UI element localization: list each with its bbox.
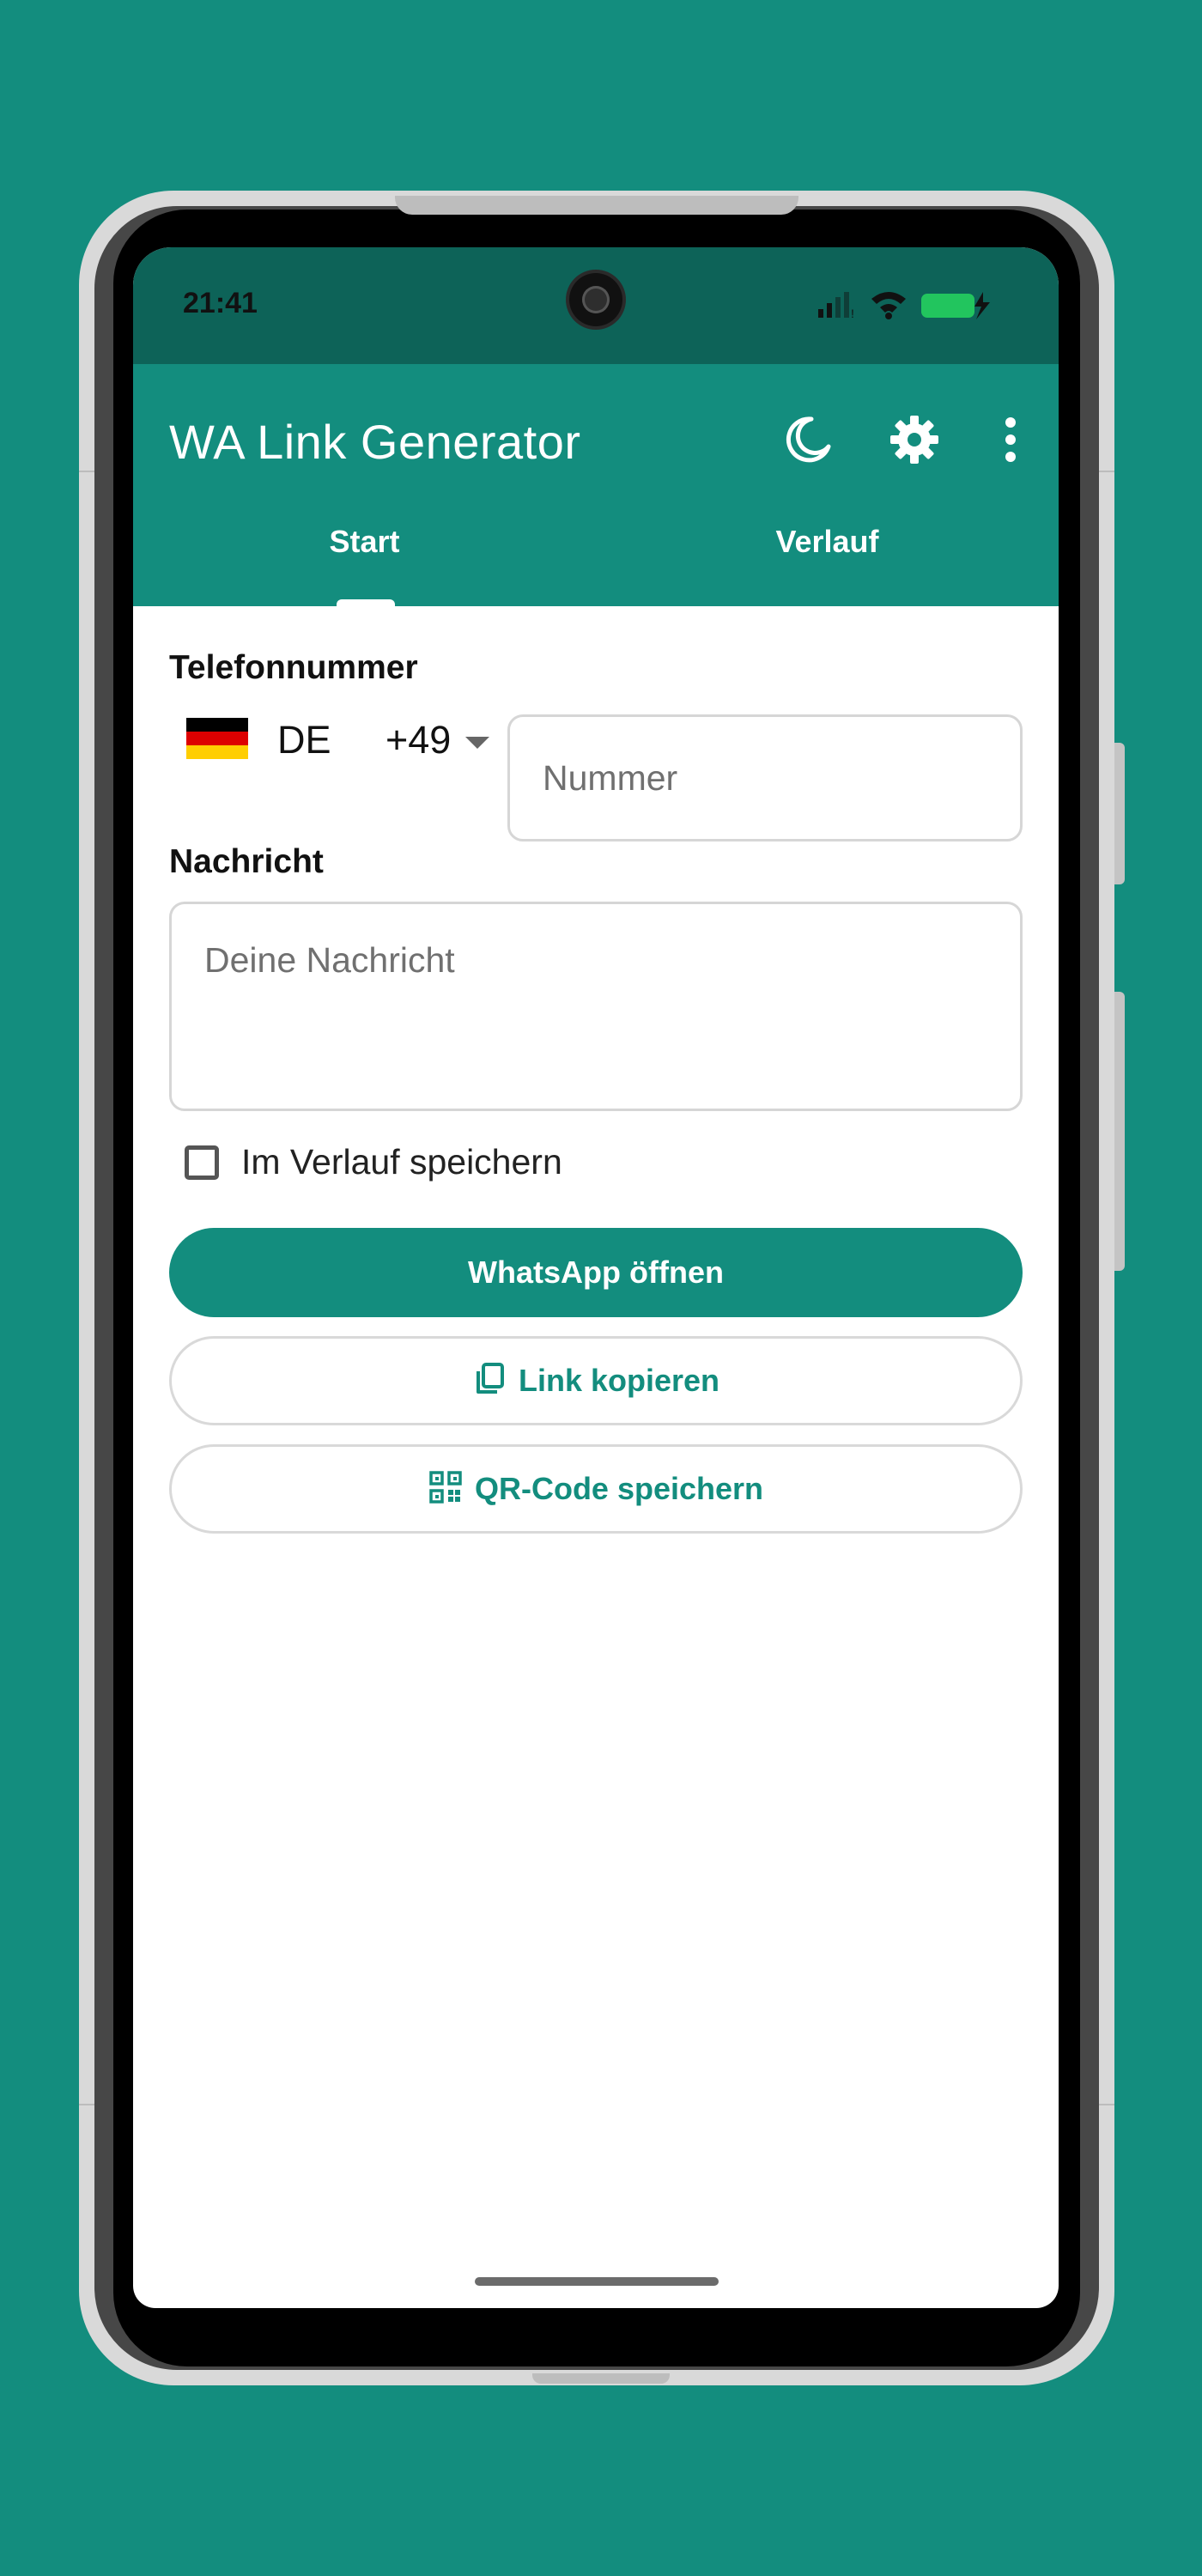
frame-line xyxy=(1099,471,1114,472)
app-title: WA Link Generator xyxy=(169,415,581,469)
phone-volume-button xyxy=(1114,992,1125,1271)
save-qr-code-button[interactable]: QR-Code speichern xyxy=(169,1444,1023,1534)
tab-verlauf-label: Verlauf xyxy=(775,524,879,559)
moon-icon xyxy=(786,416,831,463)
app-bar: WA Link Generator Start Verlauf xyxy=(133,364,1059,606)
caret-down-icon xyxy=(465,737,489,749)
home-indicator[interactable] xyxy=(475,2277,719,2286)
signal-icon: ! xyxy=(818,292,854,320)
more-options-button[interactable] xyxy=(983,412,1038,467)
svg-text:!: ! xyxy=(851,307,854,319)
phone-top-edge xyxy=(395,196,798,215)
front-camera xyxy=(569,273,622,326)
message-label: Nachricht xyxy=(169,843,324,880)
phone-bottom-edge xyxy=(532,2373,670,2384)
copy-link-label: Link kopieren xyxy=(518,1363,720,1398)
phone-power-button xyxy=(1114,743,1125,884)
battery-icon xyxy=(921,292,990,319)
frame-line xyxy=(1099,2104,1114,2105)
copy-link-button[interactable]: Link kopieren xyxy=(169,1336,1023,1425)
status-bar: 21:41 ! xyxy=(133,247,1059,364)
phone-screen: 21:41 ! WA Link Generator Start Verlauf … xyxy=(133,247,1059,2308)
save-qr-code-label: QR-Code speichern xyxy=(474,1471,764,1506)
country-dial-code: +49 xyxy=(385,718,452,762)
copy-icon xyxy=(476,1363,504,1394)
save-history-label: Im Verlauf speichern xyxy=(241,1142,562,1182)
wifi-icon xyxy=(871,292,906,319)
status-time: 21:41 xyxy=(183,287,258,319)
country-code-picker[interactable]: DE +49 xyxy=(169,701,489,769)
open-whatsapp-button[interactable]: WhatsApp öffnen xyxy=(169,1228,1023,1317)
dark-mode-button[interactable] xyxy=(780,412,835,467)
frame-line xyxy=(79,2104,94,2105)
settings-button[interactable] xyxy=(887,412,942,467)
more-vert-icon xyxy=(1005,417,1016,462)
qr-code-icon xyxy=(429,1471,462,1504)
tab-verlauf[interactable]: Verlauf xyxy=(596,519,1059,606)
save-history-checkbox[interactable] xyxy=(185,1145,219,1180)
germany-flag-icon xyxy=(186,718,248,759)
phone-number-input[interactable] xyxy=(507,714,1023,841)
gear-icon xyxy=(890,416,938,464)
message-input[interactable] xyxy=(169,902,1023,1111)
open-whatsapp-label: WhatsApp öffnen xyxy=(468,1255,724,1290)
phone-number-label: Telefonnummer xyxy=(169,649,418,686)
tab-start[interactable]: Start xyxy=(133,519,596,606)
country-code: DE xyxy=(277,718,331,762)
tab-start-label: Start xyxy=(329,524,400,559)
status-icons: ! xyxy=(818,290,999,320)
frame-line xyxy=(79,471,94,472)
